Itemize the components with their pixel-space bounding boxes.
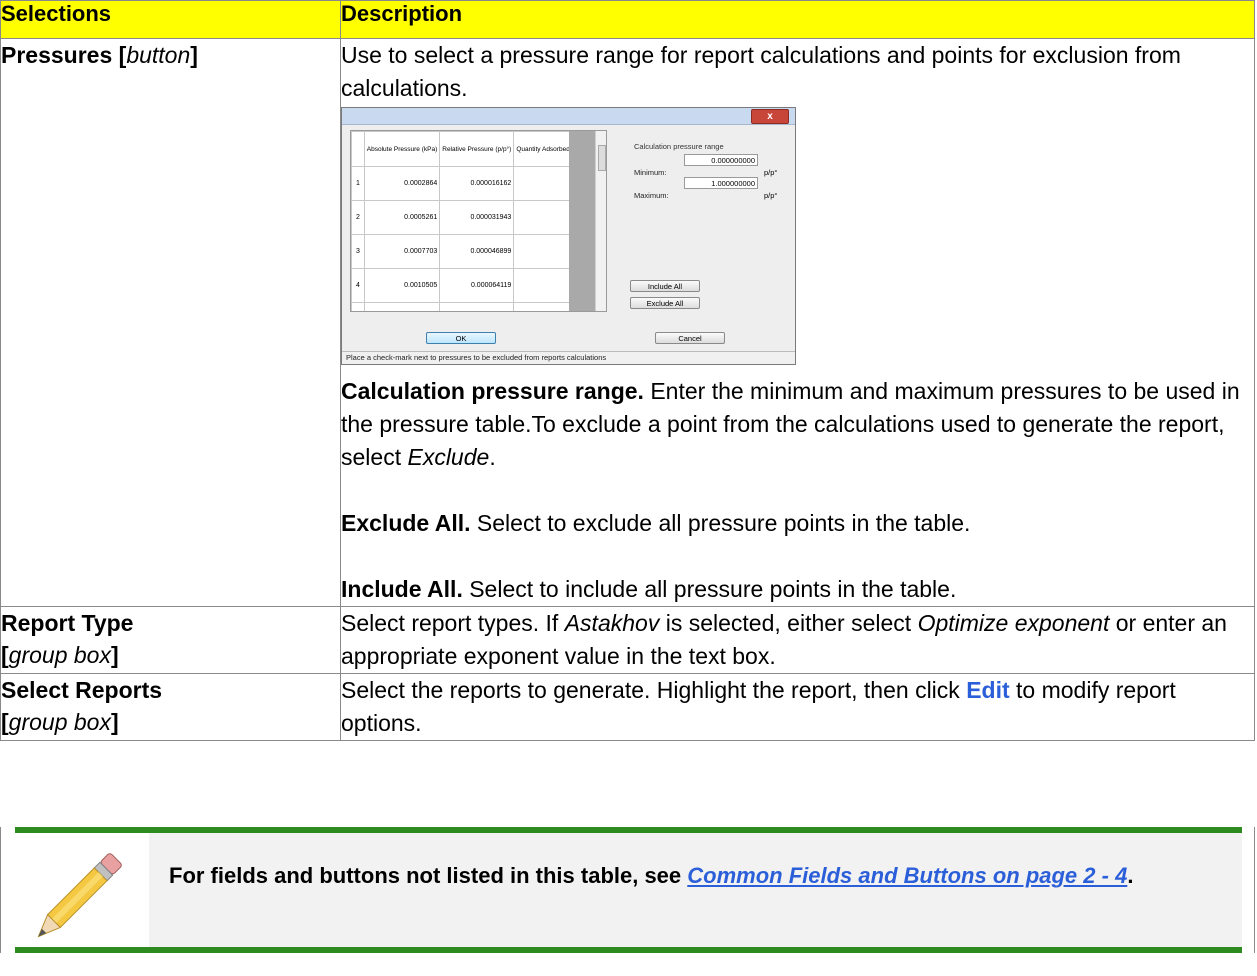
calc-range-end: .: [489, 444, 496, 470]
selection-pressures: Pressures [button]: [0, 38, 341, 607]
exclude-all-term: Exclude All.: [341, 510, 471, 536]
include-all-paragraph: Include All. Select to include all press…: [341, 573, 1254, 606]
pressure-cell: 0.0010505: [363, 268, 441, 303]
selection-bracket: [: [1, 642, 9, 668]
selection-bracket: ]: [190, 42, 198, 68]
selection-report-type: Report Type [group box]: [0, 606, 341, 674]
pressure-cell: 0.0005261: [363, 200, 441, 235]
description-pressures: Use to select a pressure range for repor…: [340, 38, 1255, 607]
maximum-label: Maximum:: [634, 191, 669, 200]
selection-type: group box: [8, 642, 111, 668]
header-selections: Selections: [0, 0, 341, 39]
common-fields-link[interactable]: Common Fields and Buttons on page 2 - 4: [687, 863, 1127, 888]
pressure-row-index: 4: [351, 268, 365, 303]
selection-name: Pressures [: [1, 42, 127, 68]
calc-range-exclude-term: Exclude: [407, 444, 490, 470]
note-text-prefix: For fields and buttons not listed in thi…: [169, 863, 688, 888]
include-all-text: Select to include all pressure points in…: [462, 576, 957, 602]
exclude-all-paragraph: Exclude All. Select to exclude all press…: [341, 507, 1254, 540]
maximum-field: 1.000000000: [684, 177, 758, 189]
selection-name: Select Reports: [1, 677, 163, 703]
exclude-all-button: Exclude All: [630, 297, 700, 309]
selection-bracket: ]: [110, 642, 119, 668]
note-text: For fields and buttons not listed in thi…: [169, 859, 1169, 893]
pressure-col-header: Relative Pressure (p/p°): [439, 131, 515, 167]
selection-select-reports: Select Reports [group box]: [0, 673, 341, 741]
table-row-select-reports: Select Reports [group box] Select the re…: [0, 673, 1255, 741]
pressure-grid: Absolute Pressure (kPa) Relative Pressure…: [350, 130, 607, 312]
pressure-cell: 0.000031943: [439, 200, 515, 235]
pressure-row-index: 5: [351, 302, 365, 311]
edit-link[interactable]: Edit: [966, 677, 1009, 703]
table-row-report-type: Report Type [group box] Select report ty…: [0, 606, 1255, 674]
note-box: For fields and buttons not listed in thi…: [0, 827, 1255, 953]
pressure-col-header: [351, 131, 365, 167]
maximum-unit: p/p°: [764, 191, 778, 200]
pressure-row-index: 1: [351, 166, 365, 201]
pressure-cell: 0.000016162: [439, 166, 515, 201]
exclude-all-text: Select to exclude all pressure points in…: [470, 510, 971, 536]
selection-name: Report Type: [1, 610, 134, 636]
minimum-field: 0.000000000: [684, 154, 758, 166]
pressure-cell: 0.000046899: [439, 234, 515, 269]
calc-range-paragraph: Calculation pressure range. Enter the mi…: [341, 375, 1254, 474]
description-text: is selected, either select: [659, 610, 918, 636]
description-select-reports: Select the reports to generate. Highligh…: [340, 673, 1255, 741]
selection-bracket: ]: [110, 709, 119, 735]
note-bottom-rule: [15, 947, 1242, 953]
pressure-row-index: 2: [351, 200, 365, 235]
scrollbar-thumb: [598, 145, 606, 171]
pressure-col-header: Absolute Pressure (kPa): [363, 131, 441, 167]
calc-range-term: Calculation pressure range.: [341, 378, 644, 404]
ok-button: OK: [426, 332, 496, 344]
astakhov-term: Astakhov: [564, 610, 660, 636]
pressure-row-index: 3: [351, 234, 365, 269]
table-row-pressures: Pressures [button] Use to select a press…: [0, 38, 1255, 607]
optimize-exponent-term: Optimize exponent: [917, 610, 1110, 636]
include-all-term: Include All.: [341, 576, 463, 602]
dialog-titlebar: x: [342, 108, 795, 125]
pencil-icon: [37, 853, 122, 938]
note-panel: For fields and buttons not listed in thi…: [149, 833, 1242, 947]
selection-type: button: [126, 42, 191, 68]
pressure-cell: 0.0002864: [363, 166, 441, 201]
grid-scrollbar: [595, 131, 606, 311]
close-icon: x: [751, 109, 789, 124]
selection-bracket: [: [1, 709, 9, 735]
include-all-button: Include All: [630, 280, 700, 292]
pressure-cell: 0.0007703: [363, 234, 441, 269]
pressure-cell: 0.0013708: [363, 302, 441, 311]
dialog-status-bar: Place a check-mark next to pressures to …: [342, 351, 795, 364]
description-report-type: Select report types. If Astakhov is sele…: [340, 606, 1255, 674]
selections-table: Selections Description Pressures [button…: [0, 0, 1255, 741]
note-text-suffix: .: [1127, 863, 1134, 888]
grid-empty-area: [569, 131, 595, 311]
description-text: Select the reports to generate. Highligh…: [341, 677, 967, 703]
description-text: Select report types. If: [341, 610, 565, 636]
pressure-cell: 0.000064119: [439, 268, 515, 303]
description-text: Use to select a pressure range for repor…: [341, 42, 1181, 101]
pressures-dialog-screenshot: x Absolute Pressure (kPa) Relative Pressu…: [341, 107, 796, 365]
selection-type: group box: [8, 709, 111, 735]
pressure-cell: 0.000083820: [439, 302, 515, 311]
cancel-button: Cancel: [655, 332, 725, 344]
header-description: Description: [340, 0, 1255, 39]
